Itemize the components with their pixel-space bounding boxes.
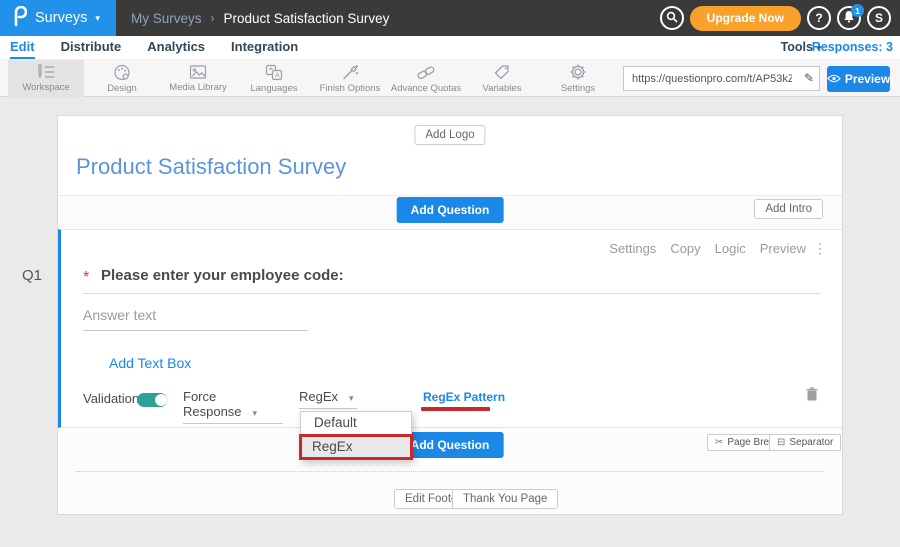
palette-icon bbox=[113, 64, 131, 81]
toolbar-item-finish-options[interactable]: Finish Options bbox=[312, 60, 388, 97]
responses-count-link[interactable]: Responses: 3 bbox=[812, 40, 893, 54]
toolbar-item-media-library[interactable]: Media Library bbox=[160, 60, 236, 97]
toolbar-item-design[interactable]: Design bbox=[84, 60, 160, 97]
survey-url-text: https://questionpro.com/t/AP53kZgUI bbox=[624, 73, 792, 85]
annotation-underline bbox=[421, 407, 490, 411]
chain-link-icon bbox=[417, 64, 435, 81]
avatar-initial: S bbox=[875, 11, 883, 25]
answer-text-input[interactable]: Answer text bbox=[83, 307, 156, 323]
tab-integration[interactable]: Integration bbox=[231, 36, 298, 59]
edit-url-icon[interactable]: ✎ bbox=[804, 71, 814, 85]
help-button[interactable]: ? bbox=[807, 6, 831, 30]
translate-icon: A bbox=[265, 64, 283, 81]
questionpro-logo-icon bbox=[13, 6, 27, 31]
answer-input-underline bbox=[83, 330, 308, 331]
chevron-down-icon: ▾ bbox=[349, 393, 354, 403]
question-number-label: Q1 bbox=[22, 267, 42, 284]
chevron-down-icon: ▾ bbox=[253, 408, 258, 418]
breadcrumb: My Surveys › Product Satisfaction Survey bbox=[131, 11, 389, 26]
survey-card: Add Logo Product Satisfaction Survey Add… bbox=[57, 115, 843, 515]
questionpro-app: Surveys ▾ My Surveys › Product Satisfact… bbox=[0, 0, 900, 547]
dropdown-option-regex-annotated[interactable]: RegEx bbox=[299, 434, 413, 460]
surveys-menu-label: Surveys bbox=[35, 10, 87, 26]
question-text-underline bbox=[83, 293, 820, 294]
tab-distribute[interactable]: Distribute bbox=[61, 36, 122, 59]
separator-icon: ⊟ bbox=[777, 437, 785, 448]
tab-analytics[interactable]: Analytics bbox=[147, 36, 205, 59]
toolbar-item-languages[interactable]: A Languages bbox=[236, 60, 312, 97]
separator-button[interactable]: ⊟Separator bbox=[769, 434, 841, 451]
eye-icon bbox=[827, 72, 841, 86]
breadcrumb-my-surveys[interactable]: My Surveys bbox=[131, 11, 202, 26]
notifications-button[interactable]: 1 bbox=[837, 6, 861, 30]
svg-text:A: A bbox=[275, 72, 280, 79]
add-intro-button[interactable]: Add Intro bbox=[754, 199, 823, 219]
preview-button[interactable]: Preview bbox=[827, 66, 890, 92]
toolbar-item-variables[interactable]: Variables bbox=[464, 60, 540, 97]
upgrade-now-button[interactable]: Upgrade Now bbox=[690, 6, 801, 31]
validation-label: Validation bbox=[83, 391, 139, 406]
surveys-product-menu[interactable]: Surveys ▾ bbox=[0, 0, 116, 36]
scissors-icon: ✂ bbox=[715, 437, 723, 448]
dotted-divider bbox=[76, 471, 824, 472]
breadcrumb-separator: › bbox=[211, 11, 215, 25]
toolbar-items: Workspace Design Media Library A Languag… bbox=[8, 60, 616, 97]
card-bottom-strip: Add Question ✂Page Break ⊟Separator Edit… bbox=[58, 428, 842, 514]
image-icon bbox=[189, 64, 207, 80]
breadcrumb-current-survey: Product Satisfaction Survey bbox=[224, 11, 390, 26]
question-logic-link[interactable]: Logic bbox=[715, 241, 746, 256]
survey-url-field[interactable]: https://questionpro.com/t/AP53kZgUI ✎ bbox=[623, 66, 820, 91]
question-settings-link[interactable]: Settings bbox=[609, 241, 656, 256]
validation-type-dropdown-menu: Default RegEx bbox=[300, 411, 412, 460]
toggle-knob bbox=[155, 394, 167, 406]
notification-count-badge: 1 bbox=[851, 4, 864, 17]
validation-type-dropdown-trigger[interactable]: RegEx▾ bbox=[299, 389, 357, 409]
gear-icon bbox=[569, 63, 587, 81]
toolbar-item-settings[interactable]: Settings bbox=[540, 60, 616, 97]
magic-wand-icon bbox=[341, 64, 359, 81]
toolbar-item-workspace[interactable]: Workspace bbox=[8, 60, 84, 97]
top-actions-strip: Add Question Add Intro bbox=[58, 196, 842, 229]
survey-editor-content: Q1 Add Logo Product Satisfaction Survey … bbox=[0, 97, 900, 547]
add-logo-button[interactable]: Add Logo bbox=[414, 125, 485, 145]
dropdown-option-default[interactable]: Default bbox=[300, 411, 412, 434]
regex-pattern-link[interactable]: RegEx Pattern bbox=[423, 390, 505, 404]
add-text-box-link[interactable]: Add Text Box bbox=[109, 355, 191, 371]
survey-tabs: Edit Distribute Analytics Integration bbox=[10, 36, 298, 59]
toolbar-item-advance-quotas[interactable]: Advance Quotas bbox=[388, 60, 464, 97]
tab-edit[interactable]: Edit bbox=[10, 36, 35, 59]
delete-question-icon[interactable] bbox=[806, 387, 818, 406]
required-asterisk: * bbox=[83, 269, 89, 287]
workspace-icon bbox=[37, 64, 55, 80]
question-action-menu: Settings Copy Logic Preview bbox=[609, 241, 806, 256]
question-preview-link[interactable]: Preview bbox=[760, 241, 806, 256]
thank-you-page-button[interactable]: Thank You Page bbox=[452, 489, 558, 509]
validation-toggle[interactable] bbox=[137, 393, 167, 407]
search-icon bbox=[666, 11, 678, 26]
question-mark-icon: ? bbox=[815, 11, 822, 25]
question-text-input[interactable]: Please enter your employee code: bbox=[101, 267, 344, 284]
topbar-actions: Upgrade Now ? 1 S bbox=[660, 0, 891, 36]
chevron-down-icon: ▾ bbox=[95, 14, 100, 23]
top-bar: Surveys ▾ My Surveys › Product Satisfact… bbox=[0, 0, 900, 36]
search-button[interactable] bbox=[660, 6, 684, 30]
avatar[interactable]: S bbox=[867, 6, 891, 30]
tag-icon bbox=[493, 64, 511, 81]
question-block-q1: Settings Copy Logic Preview ⋮ * Please e… bbox=[58, 229, 842, 428]
question-copy-link[interactable]: Copy bbox=[670, 241, 700, 256]
survey-nav-row: Edit Distribute Analytics Integration To… bbox=[0, 36, 900, 59]
kebab-menu-icon[interactable]: ⋮ bbox=[813, 240, 827, 257]
force-response-dropdown[interactable]: Force Response▾ bbox=[183, 389, 283, 424]
editor-toolbar: Workspace Design Media Library A Languag… bbox=[0, 59, 900, 97]
add-question-button-top[interactable]: Add Question bbox=[397, 197, 504, 223]
survey-title[interactable]: Product Satisfaction Survey bbox=[76, 154, 346, 180]
